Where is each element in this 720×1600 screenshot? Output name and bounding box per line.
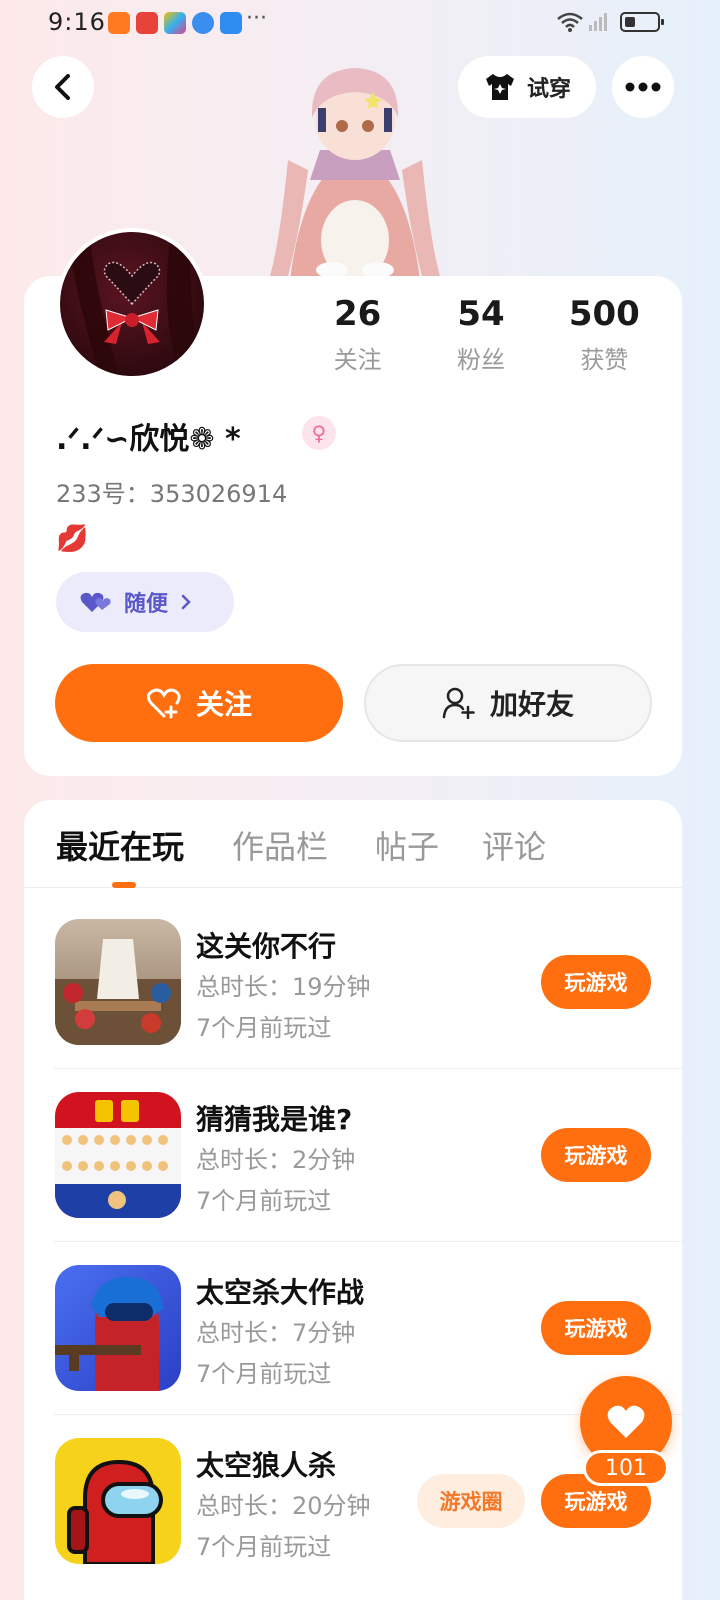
play-game-button[interactable]: 玩游戏	[541, 1301, 651, 1355]
likes-label: 获赞	[580, 346, 629, 374]
game-duration: 总时长：19分钟	[196, 973, 371, 1001]
status-bar: 9:16 ···	[0, 0, 720, 44]
like-count-badge: 101	[583, 1450, 669, 1486]
game-title: 猜猜我是谁?	[196, 1103, 353, 1136]
avatar-image	[70, 242, 200, 376]
fans-count: 54	[457, 294, 505, 334]
more-notifications-icon: ···	[246, 6, 267, 31]
tab-posts[interactable]: 帖子	[375, 822, 439, 868]
follow-button[interactable]: 关注	[55, 664, 343, 742]
game-last-played: 7个月前玩过	[196, 1187, 332, 1215]
app-notification-icon	[108, 12, 130, 34]
likes-count: 500	[568, 294, 640, 334]
game-last-played: 7个月前玩过	[196, 1360, 332, 1388]
game-circle-button[interactable]: 游戏圈	[417, 1474, 525, 1528]
stat-following[interactable]: 26 关注	[296, 294, 419, 375]
game-list-item[interactable]: 这关你不行 总时长：19分钟 7个月前玩过 玩游戏	[24, 895, 682, 1069]
follow-label: 关注	[195, 688, 252, 721]
game-list-item[interactable]: 猜猜我是谁? 总时长：2分钟 7个月前玩过 玩游戏	[24, 1068, 682, 1242]
battery-icon	[620, 12, 664, 32]
female-gender-icon: ♀	[302, 416, 336, 450]
game-icon-image	[55, 919, 181, 1045]
stat-likes[interactable]: 500 获赞	[543, 294, 666, 375]
try-on-label: 试穿	[526, 77, 571, 102]
try-on-button[interactable]: 试穿	[458, 56, 596, 118]
app-notification-icon	[192, 12, 214, 34]
user-id: 233号：353026914	[56, 480, 288, 508]
game-title: 太空狼人杀	[196, 1449, 337, 1482]
signal-icon	[589, 13, 607, 31]
game-duration: 总时长：20分钟	[196, 1492, 371, 1520]
game-artwork	[55, 939, 181, 1045]
back-button[interactable]	[32, 56, 94, 118]
game-icon-image	[55, 1092, 181, 1218]
wifi-icon	[557, 12, 583, 32]
mood-tag-button[interactable]: 随便	[56, 572, 234, 632]
mood-label: 随便	[124, 592, 169, 617]
hearts-icon	[80, 592, 111, 612]
heart-icon	[607, 1405, 645, 1438]
add-friend-label: 加好友	[489, 688, 574, 721]
tshirt-icon	[485, 74, 514, 100]
notification-icons	[108, 12, 242, 34]
lips-emoji-icon: 💋	[56, 524, 89, 554]
chevron-right-icon	[181, 594, 191, 610]
app-notification-icon	[164, 12, 186, 34]
game-icon-image	[55, 1265, 181, 1391]
play-game-button[interactable]: 玩游戏	[541, 1128, 651, 1182]
add-friend-button[interactable]: 加好友	[364, 664, 652, 742]
tab-recently-played[interactable]: 最近在玩	[56, 822, 184, 868]
game-title: 太空杀大作战	[196, 1276, 365, 1309]
game-artwork	[67, 1459, 163, 1564]
fans-label: 粉丝	[456, 346, 505, 374]
add-user-icon	[442, 687, 475, 719]
username: .ᐟ.ᐟ∽欣悦❁ *	[56, 422, 241, 457]
game-last-played: 7个月前玩过	[196, 1014, 332, 1042]
tab-works[interactable]: 作品栏	[232, 822, 328, 868]
following-label: 关注	[333, 346, 382, 374]
game-duration: 总时长：7分钟	[196, 1319, 356, 1347]
play-game-button[interactable]: 玩游戏	[541, 955, 651, 1009]
active-tab-indicator	[112, 882, 136, 888]
games-card: 最近在玩 作品栏 帖子 评论 这关你不行 总时长：19分钟 7个月前玩过 玩游戏	[24, 800, 682, 1600]
stat-fans[interactable]: 54 粉丝	[419, 294, 542, 375]
more-options-button[interactable]	[612, 56, 674, 118]
game-artwork	[55, 1276, 163, 1391]
status-time: 9:16	[48, 8, 106, 36]
avatar[interactable]	[56, 228, 208, 380]
heart-plus-icon	[146, 688, 181, 719]
tab-bar: 最近在玩 作品栏 帖子 评论	[24, 800, 682, 888]
game-list-item[interactable]: 太空杀大作战 总时长：7分钟 7个月前玩过 玩游戏	[24, 1241, 682, 1415]
game-icon-image	[55, 1438, 181, 1564]
game-last-played: 7个月前玩过	[196, 1533, 332, 1561]
tab-comments[interactable]: 评论	[482, 822, 546, 868]
following-count: 26	[334, 294, 382, 334]
game-duration: 总时长：2分钟	[196, 1146, 356, 1174]
app-notification-icon	[136, 12, 158, 34]
more-dots-icon	[625, 82, 661, 92]
game-artwork	[55, 1100, 181, 1218]
app-notification-icon	[220, 12, 242, 34]
stats-row: 26 关注 54 粉丝 500 获赞	[296, 294, 666, 375]
game-title: 这关你不行	[196, 930, 337, 963]
character-avatar-image[interactable]	[250, 40, 460, 280]
chevron-left-icon	[55, 74, 70, 100]
